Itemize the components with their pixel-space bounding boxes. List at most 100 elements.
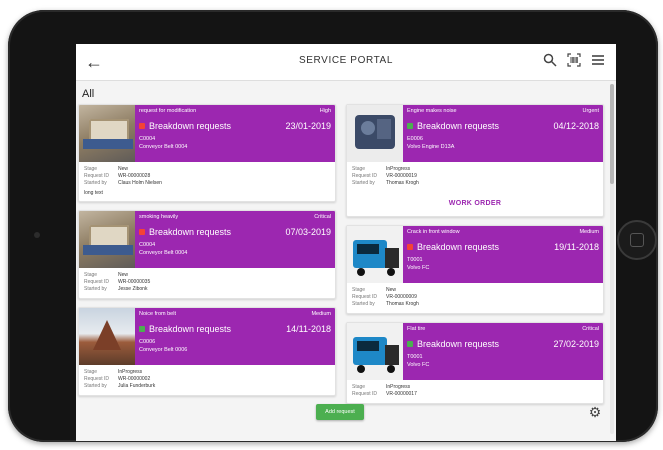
gear-icon[interactable]: ⚙ — [587, 404, 603, 420]
request-card[interactable]: Noice from belt Medium Breakdown request… — [78, 307, 336, 396]
conveyor-thumbnail — [79, 211, 135, 268]
truck-thumbnail — [347, 323, 403, 380]
request-id-value: WR-00000002 — [118, 376, 151, 382]
card-kind: Breakdown requests — [407, 242, 499, 252]
stage-value: New — [386, 287, 397, 293]
request-id-key: Request ID — [84, 279, 110, 285]
truck-thumbnail — [347, 226, 403, 283]
card-priority: Critical — [582, 326, 599, 332]
started-by-value: Jesse Zibonk — [118, 286, 148, 292]
app-bar: ← SERVICE PORTAL — [76, 44, 616, 81]
stage-value: New — [118, 272, 129, 278]
request-card[interactable]: smoking heavily Critical Breakdown reque… — [78, 210, 336, 299]
app-screen: ← SERVICE PORTAL All request for modific… — [76, 44, 616, 441]
status-indicator — [139, 326, 145, 332]
card-code: T0001 — [407, 354, 423, 360]
card-code: T0001 — [407, 257, 423, 263]
started-by-value: Thomas Krogh — [386, 301, 419, 307]
card-code: C0004 — [139, 136, 156, 142]
search-icon[interactable] — [542, 53, 558, 69]
started-by-key: Started by — [84, 286, 107, 292]
stage-key: Stage — [84, 166, 98, 172]
started-by-key: Started by — [352, 301, 375, 307]
request-id-key: Request ID — [84, 376, 110, 382]
stage-value: InProgress — [118, 369, 143, 375]
card-kind-label: Breakdown requests — [149, 227, 232, 237]
card-subject: Noice from belt — [139, 311, 176, 317]
right-column: Engine makes noise Urgent Breakdown requ… — [346, 104, 604, 412]
barcode-scan-icon[interactable] — [566, 53, 582, 69]
card-asset: Conveyor Belt 0006 — [139, 347, 188, 353]
tablet-camera — [34, 232, 40, 238]
status-indicator — [407, 341, 413, 347]
card-code: E0006 — [407, 136, 423, 142]
request-id-key: Request ID — [352, 391, 378, 397]
card-priority: Medium — [579, 229, 599, 235]
engine-thumbnail — [347, 105, 403, 162]
request-id-key: Request ID — [352, 294, 378, 300]
card-asset: Volvo Engine D13A — [407, 144, 455, 150]
card-date: 04/12-2018 — [553, 121, 599, 131]
card-header: Engine makes noise Urgent Breakdown requ… — [403, 105, 603, 162]
card-priority: Critical — [314, 214, 331, 220]
work-order-button[interactable]: WORK ORDER — [347, 192, 603, 216]
card-header: Flat tire Critical Breakdown requests 27… — [403, 323, 603, 380]
status-indicator — [139, 123, 145, 129]
card-priority: Medium — [311, 311, 331, 317]
scrollbar-thumb[interactable] — [610, 84, 614, 184]
started-by-key: Started by — [352, 180, 375, 186]
card-extra: long text — [84, 190, 103, 196]
stage-value: InProgress — [386, 384, 411, 390]
request-id-key: Request ID — [84, 173, 110, 179]
status-indicator — [407, 123, 413, 129]
card-kind-label: Breakdown requests — [149, 121, 232, 131]
card-asset: Volvo FC — [407, 265, 430, 271]
card-priority: High — [319, 108, 331, 114]
request-card[interactable]: Flat tire Critical Breakdown requests 27… — [346, 322, 604, 404]
status-indicator — [407, 244, 413, 250]
card-header: Crack in front window Medium Breakdown r… — [403, 226, 603, 283]
card-code: C0004 — [139, 242, 156, 248]
started-by-value: Thomas Krogh — [386, 180, 419, 186]
page-title: SERVICE PORTAL — [299, 55, 393, 66]
scrollbar[interactable] — [610, 84, 614, 434]
card-subject: request for modification — [139, 108, 197, 114]
card-priority: Urgent — [582, 108, 599, 114]
stage-key: Stage — [352, 166, 366, 172]
card-date: 27/02-2019 — [553, 339, 599, 349]
request-id-key: Request ID — [352, 173, 378, 179]
card-kind-label: Breakdown requests — [417, 242, 500, 252]
started-by-key: Started by — [84, 180, 107, 186]
request-id-value: WR-00000028 — [118, 173, 151, 179]
card-header: smoking heavily Critical Breakdown reque… — [135, 211, 335, 268]
card-header: Noice from belt Medium Breakdown request… — [135, 308, 335, 365]
menu-icon[interactable] — [590, 53, 606, 69]
card-asset: Conveyor Belt 0004 — [139, 250, 188, 256]
started-by-value: Claus Holm Nielsen — [118, 180, 162, 186]
tablet-frame: ← SERVICE PORTAL All request for modific… — [8, 10, 658, 442]
filter-label: All — [82, 88, 95, 100]
request-id-value: VR-00000009 — [386, 294, 417, 300]
stage-key: Stage — [84, 272, 98, 278]
card-kind: Breakdown requests — [139, 227, 231, 237]
status-indicator — [139, 229, 145, 235]
request-card[interactable]: Engine makes noise Urgent Breakdown requ… — [346, 104, 604, 217]
request-card[interactable]: Crack in front window Medium Breakdown r… — [346, 225, 604, 314]
stage-key: Stage — [352, 384, 366, 390]
card-kind: Breakdown requests — [407, 339, 499, 349]
card-date: 07/03-2019 — [285, 227, 331, 237]
started-by-key: Started by — [84, 383, 107, 389]
stage-key: Stage — [352, 287, 366, 293]
request-card[interactable]: request for modification High Breakdown … — [78, 104, 336, 202]
tablet-home-button[interactable] — [617, 220, 657, 260]
request-id-value: VR-00000019 — [386, 173, 417, 179]
add-request-button[interactable]: Add request — [316, 404, 364, 420]
card-date: 14/11-2018 — [286, 324, 331, 334]
stage-value: New — [118, 166, 129, 172]
stage-key: Stage — [84, 369, 98, 375]
left-column: request for modification High Breakdown … — [78, 104, 336, 404]
card-subject: Engine makes noise — [407, 108, 457, 114]
card-date: 19/11-2018 — [554, 242, 599, 252]
card-kind-label: Breakdown requests — [149, 324, 232, 334]
request-id-value: VR-00000017 — [386, 391, 417, 397]
